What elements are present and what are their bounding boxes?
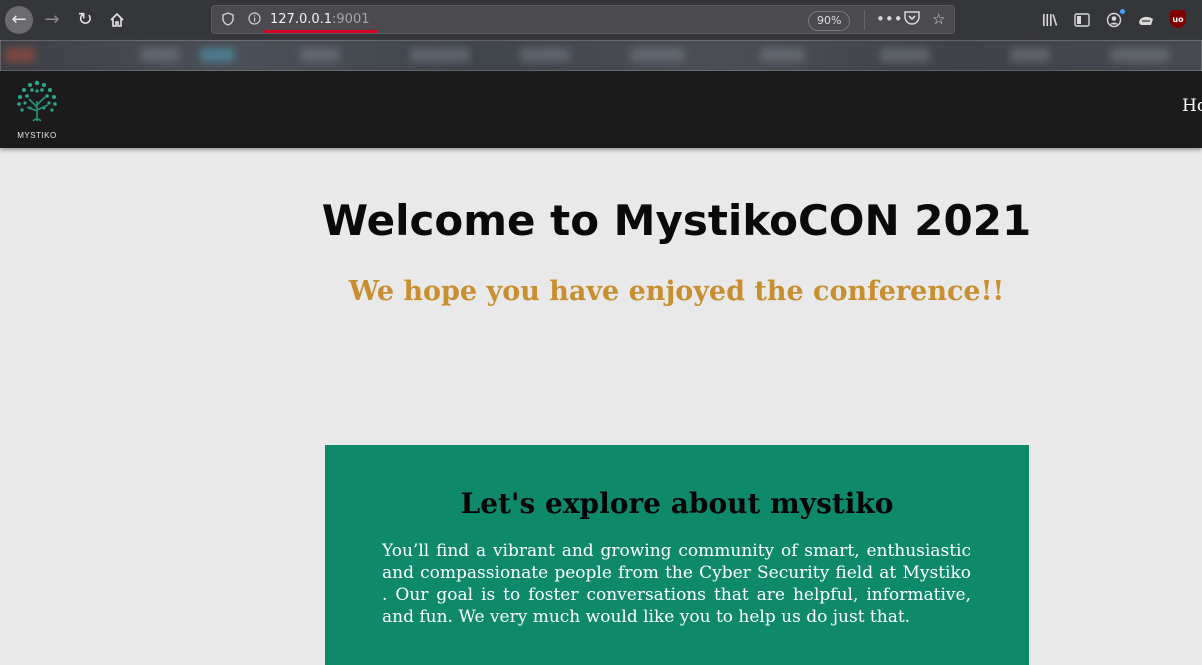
star-icon[interactable]: ☆ (932, 10, 945, 28)
separator (864, 10, 865, 30)
back-button[interactable]: ← (5, 6, 33, 34)
page-title: Welcome to MystikoCON 2021 (321, 196, 1032, 245)
url-port: :9001 (332, 12, 370, 27)
nav-link-home[interactable]: Ho (1182, 96, 1202, 116)
about-section: Let's explore about mystiko You’ll find … (325, 445, 1029, 665)
about-text: You’ll find a vibrant and growing commun… (382, 541, 971, 627)
browser-toolbar: ← → ↻ 127.0.0.1:9001 90% ••• ☆ uo (0, 0, 1202, 40)
about-heading: Let's explore about mystiko (460, 487, 894, 520)
arrow-right-icon: → (44, 9, 60, 30)
tree-logo-icon (17, 80, 57, 122)
bookmark-item[interactable] (5, 48, 35, 62)
bookmark-item[interactable] (1010, 48, 1050, 62)
site-logo[interactable]: MYSTIKO (12, 77, 62, 140)
reload-button[interactable]: ↻ (71, 6, 99, 34)
url-host: 127.0.0.1 (270, 12, 333, 27)
home-icon (110, 12, 124, 27)
url-underline (264, 30, 378, 33)
bookmark-item[interactable] (410, 48, 470, 62)
info-icon[interactable] (248, 12, 261, 29)
page-subtitle: We hope you have enjoyed the conference!… (348, 276, 1005, 307)
arrow-left-icon: ← (11, 9, 27, 30)
bookmark-item[interactable] (630, 48, 685, 62)
bookmark-item[interactable] (300, 48, 340, 62)
bookmarks-toolbar (0, 40, 1202, 71)
home-button[interactable] (103, 6, 131, 34)
bookmark-item[interactable] (520, 48, 570, 62)
bookmark-item[interactable] (880, 48, 930, 62)
url-text[interactable]: 127.0.0.1:9001 (270, 12, 370, 27)
extension-icon[interactable] (1136, 10, 1156, 30)
bookmark-item[interactable] (140, 48, 180, 62)
logo-text: MYSTIKO (17, 131, 57, 140)
forward-button[interactable]: → (38, 6, 66, 34)
notification-dot (1120, 9, 1125, 14)
bookmark-item[interactable] (200, 48, 235, 62)
library-icon[interactable] (1040, 10, 1060, 30)
ublock-icon[interactable]: uo (1170, 10, 1186, 28)
site-navbar: MYSTIKO (0, 71, 1202, 148)
pocket-icon[interactable] (904, 10, 920, 29)
reload-icon: ↻ (77, 9, 93, 30)
zoom-level-button[interactable]: 90% (808, 11, 851, 31)
more-icon[interactable]: ••• (876, 10, 903, 28)
shield-icon[interactable] (222, 12, 234, 30)
bookmark-item[interactable] (760, 48, 805, 62)
bookmark-item[interactable] (1110, 48, 1170, 62)
sidebar-icon[interactable] (1072, 10, 1092, 30)
